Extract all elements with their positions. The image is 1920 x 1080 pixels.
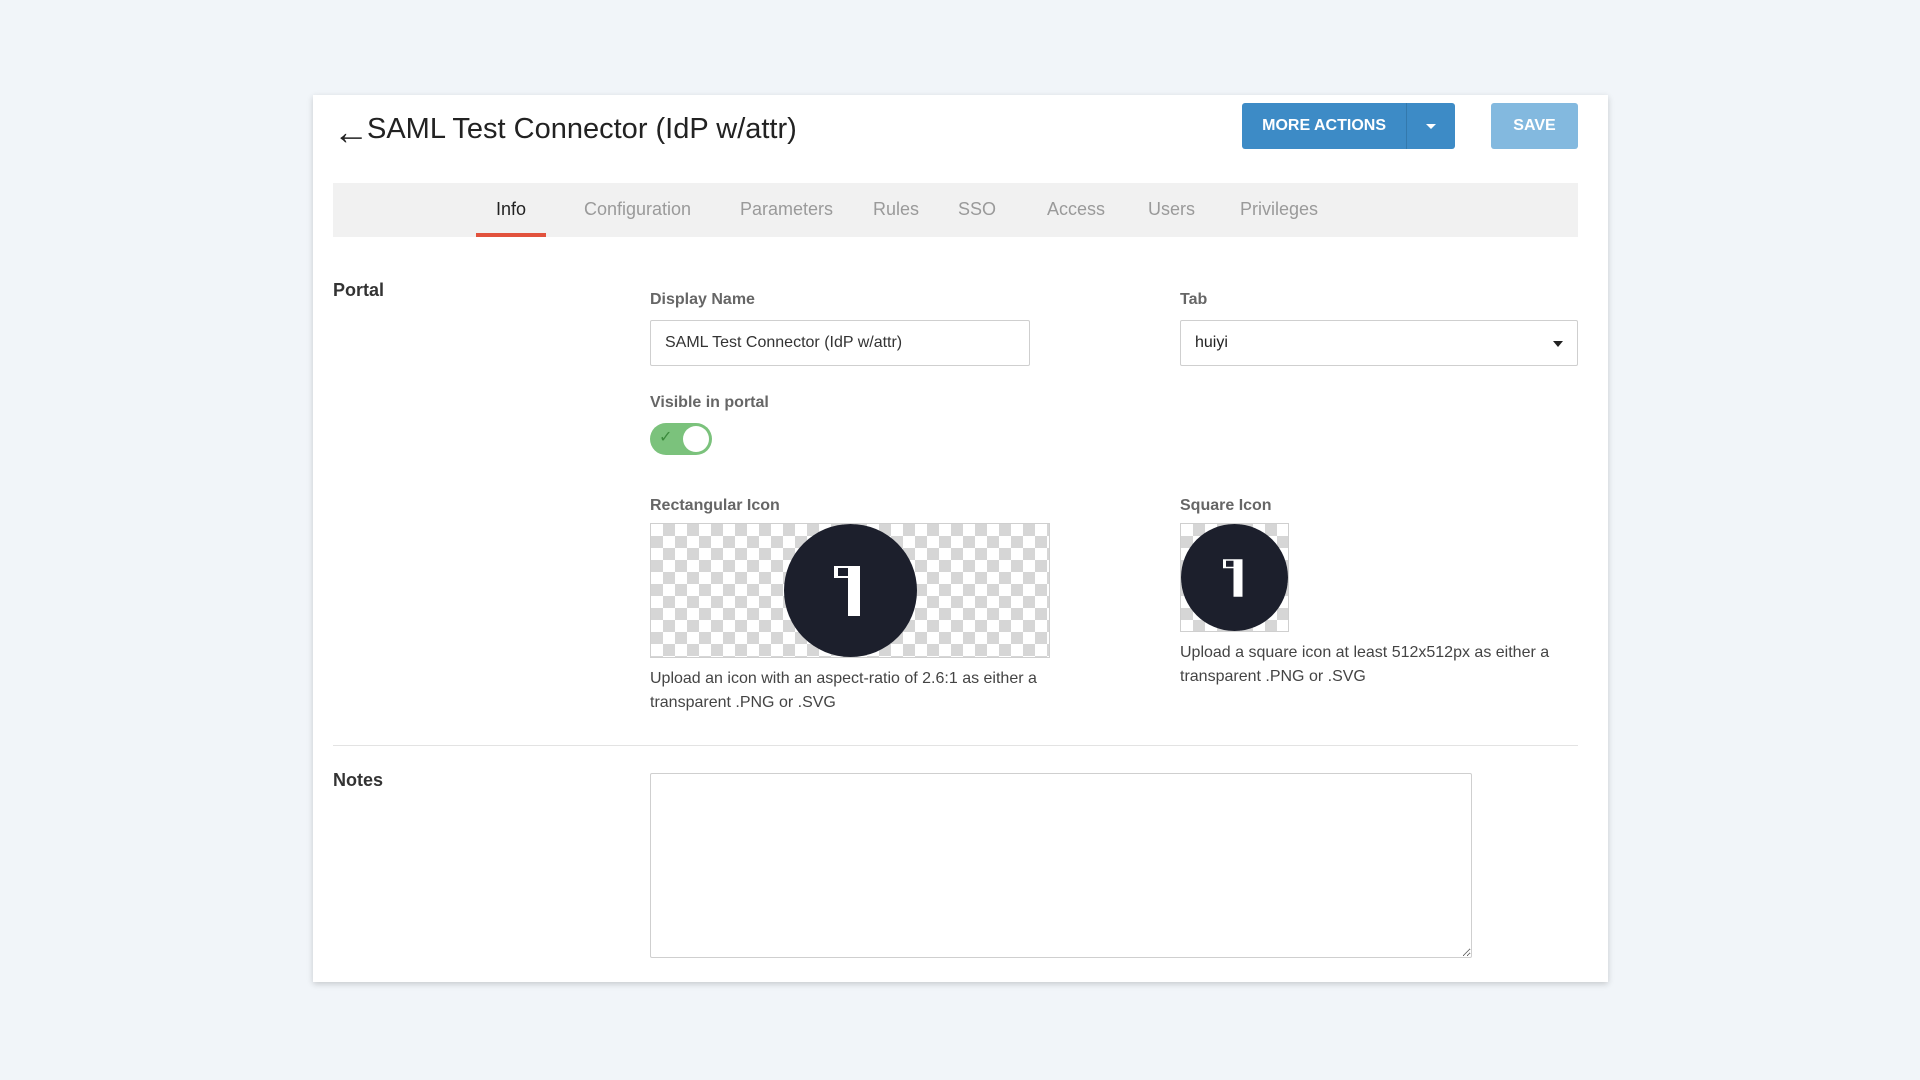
tab-info[interactable]: Info: [475, 183, 547, 237]
save-button[interactable]: SAVE: [1491, 103, 1578, 149]
visible-in-portal-label: Visible in portal: [650, 394, 769, 411]
tab-parameters[interactable]: Parameters: [740, 183, 833, 237]
caret-down-icon: [1426, 123, 1436, 129]
tab-select-label: Tab: [1180, 291, 1208, 308]
notes-textarea[interactable]: [650, 773, 1472, 958]
tab-users[interactable]: Users: [1148, 183, 1195, 237]
tab-bar: Info Configuration Parameters Rules SSO …: [333, 183, 1578, 237]
rectangular-icon-label: Rectangular Icon: [650, 497, 780, 514]
rectangular-icon-upload[interactable]: [650, 523, 1050, 658]
tab-sso[interactable]: SSO: [958, 183, 996, 237]
display-name-input[interactable]: SAML Test Connector (IdP w/attr): [650, 320, 1030, 366]
square-icon-help: Upload a square icon at least 512x512px …: [1180, 644, 1550, 685]
more-actions-dropdown-button[interactable]: [1407, 103, 1455, 149]
tab-rules[interactable]: Rules: [873, 183, 919, 237]
app-logo-icon: [1181, 524, 1288, 631]
checkmark-icon: ✓: [659, 429, 673, 446]
rectangular-icon-help: Upload an icon with an aspect-ratio of 2…: [650, 670, 1037, 711]
more-actions-group: MORE ACTIONS: [1242, 103, 1455, 149]
back-arrow-icon[interactable]: ←: [333, 114, 369, 150]
display-name-label: Display Name: [650, 291, 755, 308]
square-icon-label: Square Icon: [1180, 497, 1272, 514]
notes-section-label: Notes: [333, 770, 384, 790]
page-title: SAML Test Connector (IdP w/attr): [367, 113, 797, 145]
square-icon-upload[interactable]: [1180, 523, 1289, 632]
app-detail-card: ← SAML Test Connector (IdP w/attr) MORE …: [313, 95, 1608, 982]
tab-select-value: huiyi: [1195, 334, 1228, 351]
portal-section-label: Portal: [333, 280, 385, 300]
page-header: ← SAML Test Connector (IdP w/attr) MORE …: [333, 95, 1578, 179]
visible-in-portal-toggle[interactable]: ✓: [650, 423, 712, 455]
tab-configuration[interactable]: Configuration: [584, 183, 691, 237]
app-logo-icon: [783, 524, 917, 657]
tab-select[interactable]: huiyi: [1180, 320, 1578, 366]
more-actions-button[interactable]: MORE ACTIONS: [1242, 103, 1407, 149]
caret-down-icon: [1553, 341, 1563, 347]
toggle-knob: [683, 426, 709, 452]
tab-access[interactable]: Access: [1047, 183, 1105, 237]
onelogin-mark-icon: [1222, 558, 1242, 597]
onelogin-mark-icon: [834, 565, 860, 616]
section-divider: [333, 745, 1578, 746]
tab-privileges[interactable]: Privileges: [1240, 183, 1318, 237]
